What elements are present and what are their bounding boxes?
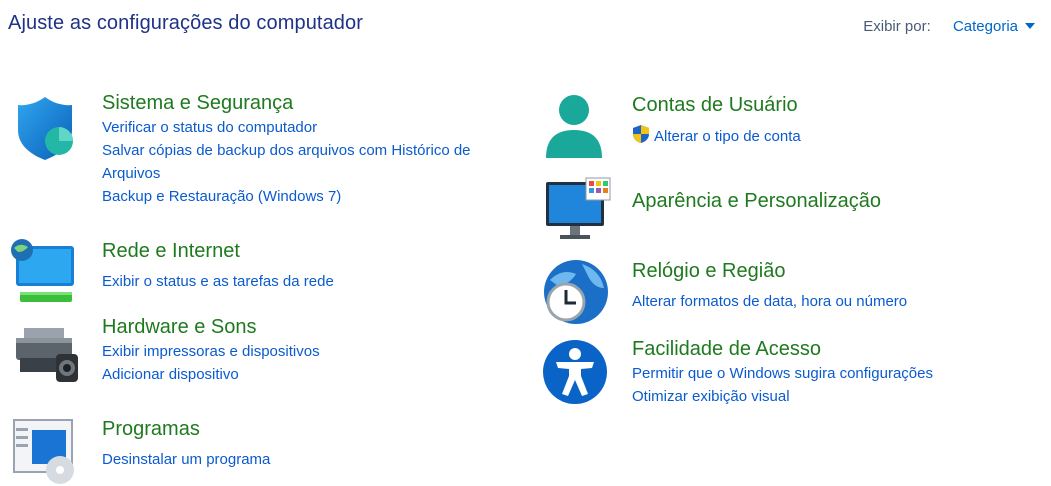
category-link[interactable]: Adicionar dispositivo (102, 363, 320, 386)
user-icon[interactable] (542, 92, 612, 162)
view-by: Exibir por: Categoria (863, 18, 1035, 35)
category-title[interactable]: Rede e Internet (102, 238, 334, 264)
printer-icon[interactable] (10, 314, 80, 384)
category-title[interactable]: Contas de Usuário (632, 92, 801, 118)
category-title[interactable]: Aparência e Personalização (632, 188, 881, 214)
category-link[interactable]: Salvar cópias de backup dos arquivos com… (102, 139, 532, 185)
clock-globe-icon[interactable] (542, 258, 612, 328)
category-link-change-account-type[interactable]: Alterar o tipo de conta (632, 124, 801, 148)
category-title[interactable]: Programas (102, 416, 270, 442)
category-link[interactable]: Exibir impressoras e dispositivos (102, 340, 320, 363)
category-link[interactable]: Exibir o status e as tarefas da rede (102, 270, 334, 293)
category-link[interactable]: Desinstalar um programa (102, 448, 270, 471)
accessibility-icon[interactable] (542, 336, 612, 406)
shield-icon[interactable] (10, 92, 80, 162)
programs-icon[interactable] (10, 416, 80, 486)
category-title[interactable]: Facilidade de Acesso (632, 336, 933, 362)
category-link-label[interactable]: Alterar o tipo de conta (654, 128, 801, 145)
category-link[interactable]: Alterar formatos de data, hora ou número (632, 290, 907, 313)
chevron-down-icon[interactable] (1025, 23, 1035, 29)
category-title[interactable]: Hardware e Sons (102, 314, 320, 340)
view-by-label: Exibir por: (863, 18, 931, 35)
category-link[interactable]: Permitir que o Windows sugira configuraç… (632, 362, 933, 385)
network-monitor-icon[interactable] (10, 238, 80, 308)
view-by-dropdown[interactable]: Categoria (953, 18, 1035, 35)
category-link[interactable]: Backup e Restauração (Windows 7) (102, 185, 532, 208)
category-link[interactable]: Verificar o status do computador (102, 116, 532, 139)
view-by-value[interactable]: Categoria (953, 18, 1018, 35)
page-title: Ajuste as configurações do computador (8, 12, 364, 34)
category-link[interactable]: Otimizar exibição visual (632, 385, 933, 408)
monitor-icon[interactable] (542, 176, 612, 246)
uac-shield-icon (633, 125, 649, 143)
category-title[interactable]: Sistema e Segurança (102, 90, 532, 116)
category-title[interactable]: Relógio e Região (632, 258, 907, 284)
